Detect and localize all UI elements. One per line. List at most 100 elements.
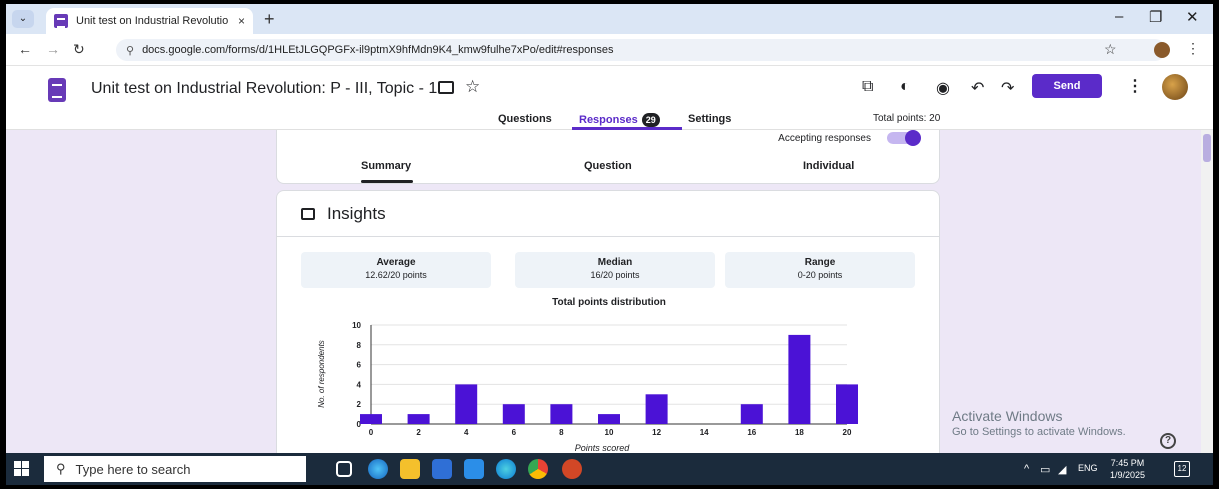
calendar-app-icon[interactable] bbox=[432, 459, 452, 479]
chrome-browser-icon[interactable] bbox=[528, 459, 548, 479]
undo-icon[interactable]: ↶ bbox=[971, 78, 984, 98]
language-indicator[interactable]: ENG bbox=[1078, 463, 1098, 473]
chart-x-axis-label: Points scored bbox=[575, 443, 631, 453]
tab-close-icon[interactable]: × bbox=[238, 14, 245, 28]
activate-windows-title: Activate Windows bbox=[952, 408, 1063, 424]
chart-x-tick-label: 16 bbox=[747, 428, 756, 437]
chart-x-tick-label: 14 bbox=[700, 428, 709, 437]
stat-average-value: 12.62/20 points bbox=[365, 270, 427, 280]
chart-y-tick-label: 8 bbox=[357, 341, 362, 350]
insights-title: Insights bbox=[327, 204, 386, 223]
chart-bar bbox=[502, 404, 525, 424]
network-icon[interactable]: ◢ bbox=[1058, 463, 1066, 476]
send-button[interactable]: Send bbox=[1032, 74, 1102, 98]
activate-windows-subtitle: Go to Settings to activate Windows. bbox=[952, 426, 1126, 438]
activate-windows-watermark: Activate Windows Go to Settings to activ… bbox=[952, 408, 1126, 438]
tab-responses[interactable]: Responses 29 bbox=[579, 113, 660, 127]
reload-icon[interactable]: ↻ bbox=[73, 41, 85, 58]
chart-x-tick-label: 4 bbox=[464, 428, 469, 437]
browser-tab-strip: ⌄ Unit test on Industrial Revolutio × + … bbox=[6, 4, 1213, 34]
url-text: docs.google.com/forms/d/1HLEtJLGQPGFx-il… bbox=[142, 44, 613, 56]
preview-eye-icon[interactable]: ◉ bbox=[936, 78, 950, 98]
accepting-responses-toggle[interactable] bbox=[887, 130, 921, 146]
addons-icon[interactable]: ⧉ bbox=[862, 78, 873, 96]
chart-bar bbox=[550, 404, 573, 424]
browser-tab-active[interactable]: Unit test on Industrial Revolutio × bbox=[46, 8, 253, 34]
subtab-summary[interactable]: Summary bbox=[361, 160, 411, 172]
chart-x-tick-label: 8 bbox=[559, 428, 564, 437]
chart-bar bbox=[360, 414, 382, 424]
mail-icon[interactable] bbox=[464, 459, 484, 479]
weather-widget-icon[interactable] bbox=[368, 459, 388, 479]
powerpoint-icon[interactable] bbox=[562, 459, 582, 479]
page-scrollbar[interactable] bbox=[1201, 130, 1213, 453]
url-path: /forms/d/1HLEtJLGQPGFx-il9ptmX9hfMdn9K4_… bbox=[225, 44, 614, 56]
browser-profile-avatar[interactable] bbox=[1154, 42, 1170, 58]
chart-x-tick-label: 10 bbox=[605, 428, 614, 437]
user-avatar[interactable] bbox=[1162, 74, 1188, 100]
more-options-icon[interactable]: ⋮ bbox=[1127, 76, 1143, 96]
chart-y-tick-label: 10 bbox=[352, 321, 361, 330]
close-window-button[interactable]: ✕ bbox=[1186, 8, 1199, 26]
windows-taskbar: ⚲ Type here to search ^ ▭ ◢ ENG 7:45 PM … bbox=[6, 453, 1213, 485]
tray-chevron-icon[interactable]: ^ bbox=[1024, 463, 1029, 475]
chart-x-tick-label: 2 bbox=[416, 428, 421, 437]
clock-time: 7:45 PM bbox=[1110, 458, 1145, 468]
tab-title: Unit test on Industrial Revolutio bbox=[76, 15, 229, 27]
tab-questions[interactable]: Questions bbox=[498, 113, 552, 125]
battery-icon[interactable]: ▭ bbox=[1040, 463, 1050, 476]
tab-settings[interactable]: Settings bbox=[688, 113, 731, 125]
chart-y-axis-label: No. of respondents bbox=[317, 340, 326, 408]
responses-page: Accepting responses Summary Question Ind… bbox=[6, 130, 1201, 460]
chart-bar bbox=[836, 384, 858, 424]
site-info-icon[interactable]: ⚲ bbox=[126, 44, 134, 57]
edge-browser-icon[interactable] bbox=[496, 459, 516, 479]
tab-responses-label: Responses bbox=[579, 114, 638, 126]
scrollbar-thumb[interactable] bbox=[1203, 134, 1211, 162]
windows-start-icon[interactable] bbox=[14, 461, 30, 477]
back-arrow-icon[interactable]: ← bbox=[18, 41, 32, 57]
chart-bar bbox=[407, 414, 430, 424]
address-bar-row: ← → ↻ ⚲ docs.google.com/forms/d/1HLEtJLG… bbox=[6, 34, 1213, 66]
clock-date: 1/9/2025 bbox=[1110, 470, 1146, 480]
url-input[interactable]: ⚲ docs.google.com/forms/d/1HLEtJLGQPGFx-… bbox=[116, 39, 1166, 61]
subtab-individual[interactable]: Individual bbox=[803, 160, 854, 172]
chart-bar bbox=[598, 414, 620, 424]
restore-button[interactable]: ❐ bbox=[1149, 8, 1162, 26]
minimize-button[interactable]: – bbox=[1115, 8, 1123, 25]
insights-header: Insights bbox=[277, 191, 939, 237]
chart-y-tick-label: 6 bbox=[357, 361, 362, 370]
insights-chart-icon bbox=[301, 208, 315, 220]
form-title[interactable]: Unit test on Industrial Revolution: P - … bbox=[91, 80, 437, 98]
stat-median-label: Median bbox=[597, 257, 633, 268]
insights-card: Insights Average 12.62/20 points Median … bbox=[276, 190, 940, 460]
tab-search-menu-button[interactable]: ⌄ bbox=[12, 10, 34, 28]
subtab-question[interactable]: Question bbox=[584, 160, 632, 172]
forms-header: Unit test on Industrial Revolution: P - … bbox=[6, 66, 1213, 130]
palette-icon[interactable]: ◐ bbox=[900, 78, 910, 96]
screen: ⌄ Unit test on Industrial Revolutio × + … bbox=[6, 4, 1213, 485]
stat-range: Range 0-20 points bbox=[725, 252, 915, 288]
accepting-responses-label: Accepting responses bbox=[778, 133, 871, 144]
taskbar-clock[interactable]: 7:45 PM 1/9/2025 bbox=[1110, 457, 1145, 481]
taskbar-search-box[interactable]: ⚲ Type here to search bbox=[44, 456, 306, 482]
chart-bar bbox=[740, 404, 763, 424]
forms-logo-icon[interactable] bbox=[48, 78, 66, 102]
bookmark-star-icon[interactable]: ☆ bbox=[1104, 41, 1117, 58]
redo-icon[interactable]: ↷ bbox=[1001, 78, 1014, 98]
help-icon[interactable]: ? bbox=[1160, 433, 1176, 449]
forward-arrow-icon[interactable]: → bbox=[46, 41, 60, 57]
chart-bar bbox=[645, 394, 668, 424]
notification-center-icon[interactable]: 12 bbox=[1174, 461, 1190, 477]
chart-y-ticks: 0246810 bbox=[352, 321, 361, 429]
file-explorer-icon[interactable] bbox=[400, 459, 420, 479]
folder-icon[interactable] bbox=[438, 81, 454, 94]
browser-menu-icon[interactable]: ⋮ bbox=[1186, 40, 1200, 57]
star-icon[interactable]: ☆ bbox=[465, 77, 480, 97]
new-tab-button[interactable]: + bbox=[264, 9, 275, 30]
stat-median: Median 16/20 points bbox=[515, 252, 715, 288]
chart-x-tick-label: 12 bbox=[652, 428, 661, 437]
task-view-icon[interactable] bbox=[336, 461, 352, 477]
stat-median-value: 16/20 points bbox=[590, 270, 640, 280]
toggle-knob bbox=[905, 130, 921, 146]
